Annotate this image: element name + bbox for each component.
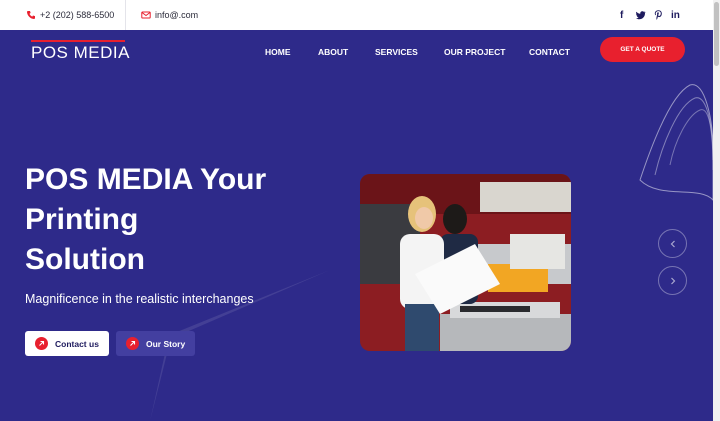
nav-home[interactable]: HOME <box>265 47 291 57</box>
hero-title-line-1: POS MEDIA Your <box>25 163 267 196</box>
chevron-right-icon <box>669 272 677 290</box>
phone-icon <box>26 10 36 20</box>
phone-number: +2 (202) 588-6500 <box>40 10 115 20</box>
logo-text: POS MEDIA <box>31 43 130 62</box>
hero-title-line-3: Solution <box>25 243 145 276</box>
facebook-icon[interactable]: f <box>620 0 623 30</box>
nav-about[interactable]: ABOUT <box>318 47 348 57</box>
hero-title: POS MEDIA Your Printing Solution <box>25 160 325 280</box>
slider-next-button[interactable] <box>658 266 687 295</box>
slider-prev-button[interactable] <box>658 229 687 258</box>
get-a-quote-button[interactable]: GET A QUOTE <box>600 37 685 62</box>
arrow-up-right-icon <box>126 337 139 350</box>
our-story-button[interactable]: Our Story <box>116 331 195 356</box>
pinterest-icon[interactable] <box>654 0 663 30</box>
logo-accent-bar <box>31 40 125 42</box>
phone-contact[interactable]: +2 (202) 588-6500 <box>26 0 114 30</box>
hero-title-line-2: Printing <box>25 203 139 236</box>
scrollbar-thumb[interactable] <box>714 2 719 66</box>
site-logo[interactable]: POS MEDIA <box>31 40 129 62</box>
arrow-up-right-icon <box>35 337 48 350</box>
nav-services[interactable]: SERVICES <box>375 47 418 57</box>
hero-image <box>360 174 571 351</box>
page-scrollbar[interactable] <box>713 0 720 421</box>
mail-icon <box>141 10 151 20</box>
nav-contact[interactable]: CONTACT <box>529 47 570 57</box>
email-address: info@.com <box>155 10 199 20</box>
our-story-label: Our Story <box>146 338 186 349</box>
linkedin-icon[interactable]: in <box>671 0 680 30</box>
hero-subtitle: Magnificence in the realistic interchang… <box>25 292 254 306</box>
contact-us-label: Contact us <box>55 338 99 349</box>
contact-us-button[interactable]: Contact us <box>25 331 109 356</box>
email-contact[interactable]: info@.com <box>141 0 198 30</box>
twitter-icon[interactable] <box>636 0 646 30</box>
chevron-left-icon <box>669 235 677 253</box>
top-info-bar: +2 (202) 588-6500 info@.com f in <box>0 0 713 30</box>
nav-our-project[interactable]: OUR PROJECT <box>444 47 505 57</box>
topbar-divider <box>125 0 126 30</box>
